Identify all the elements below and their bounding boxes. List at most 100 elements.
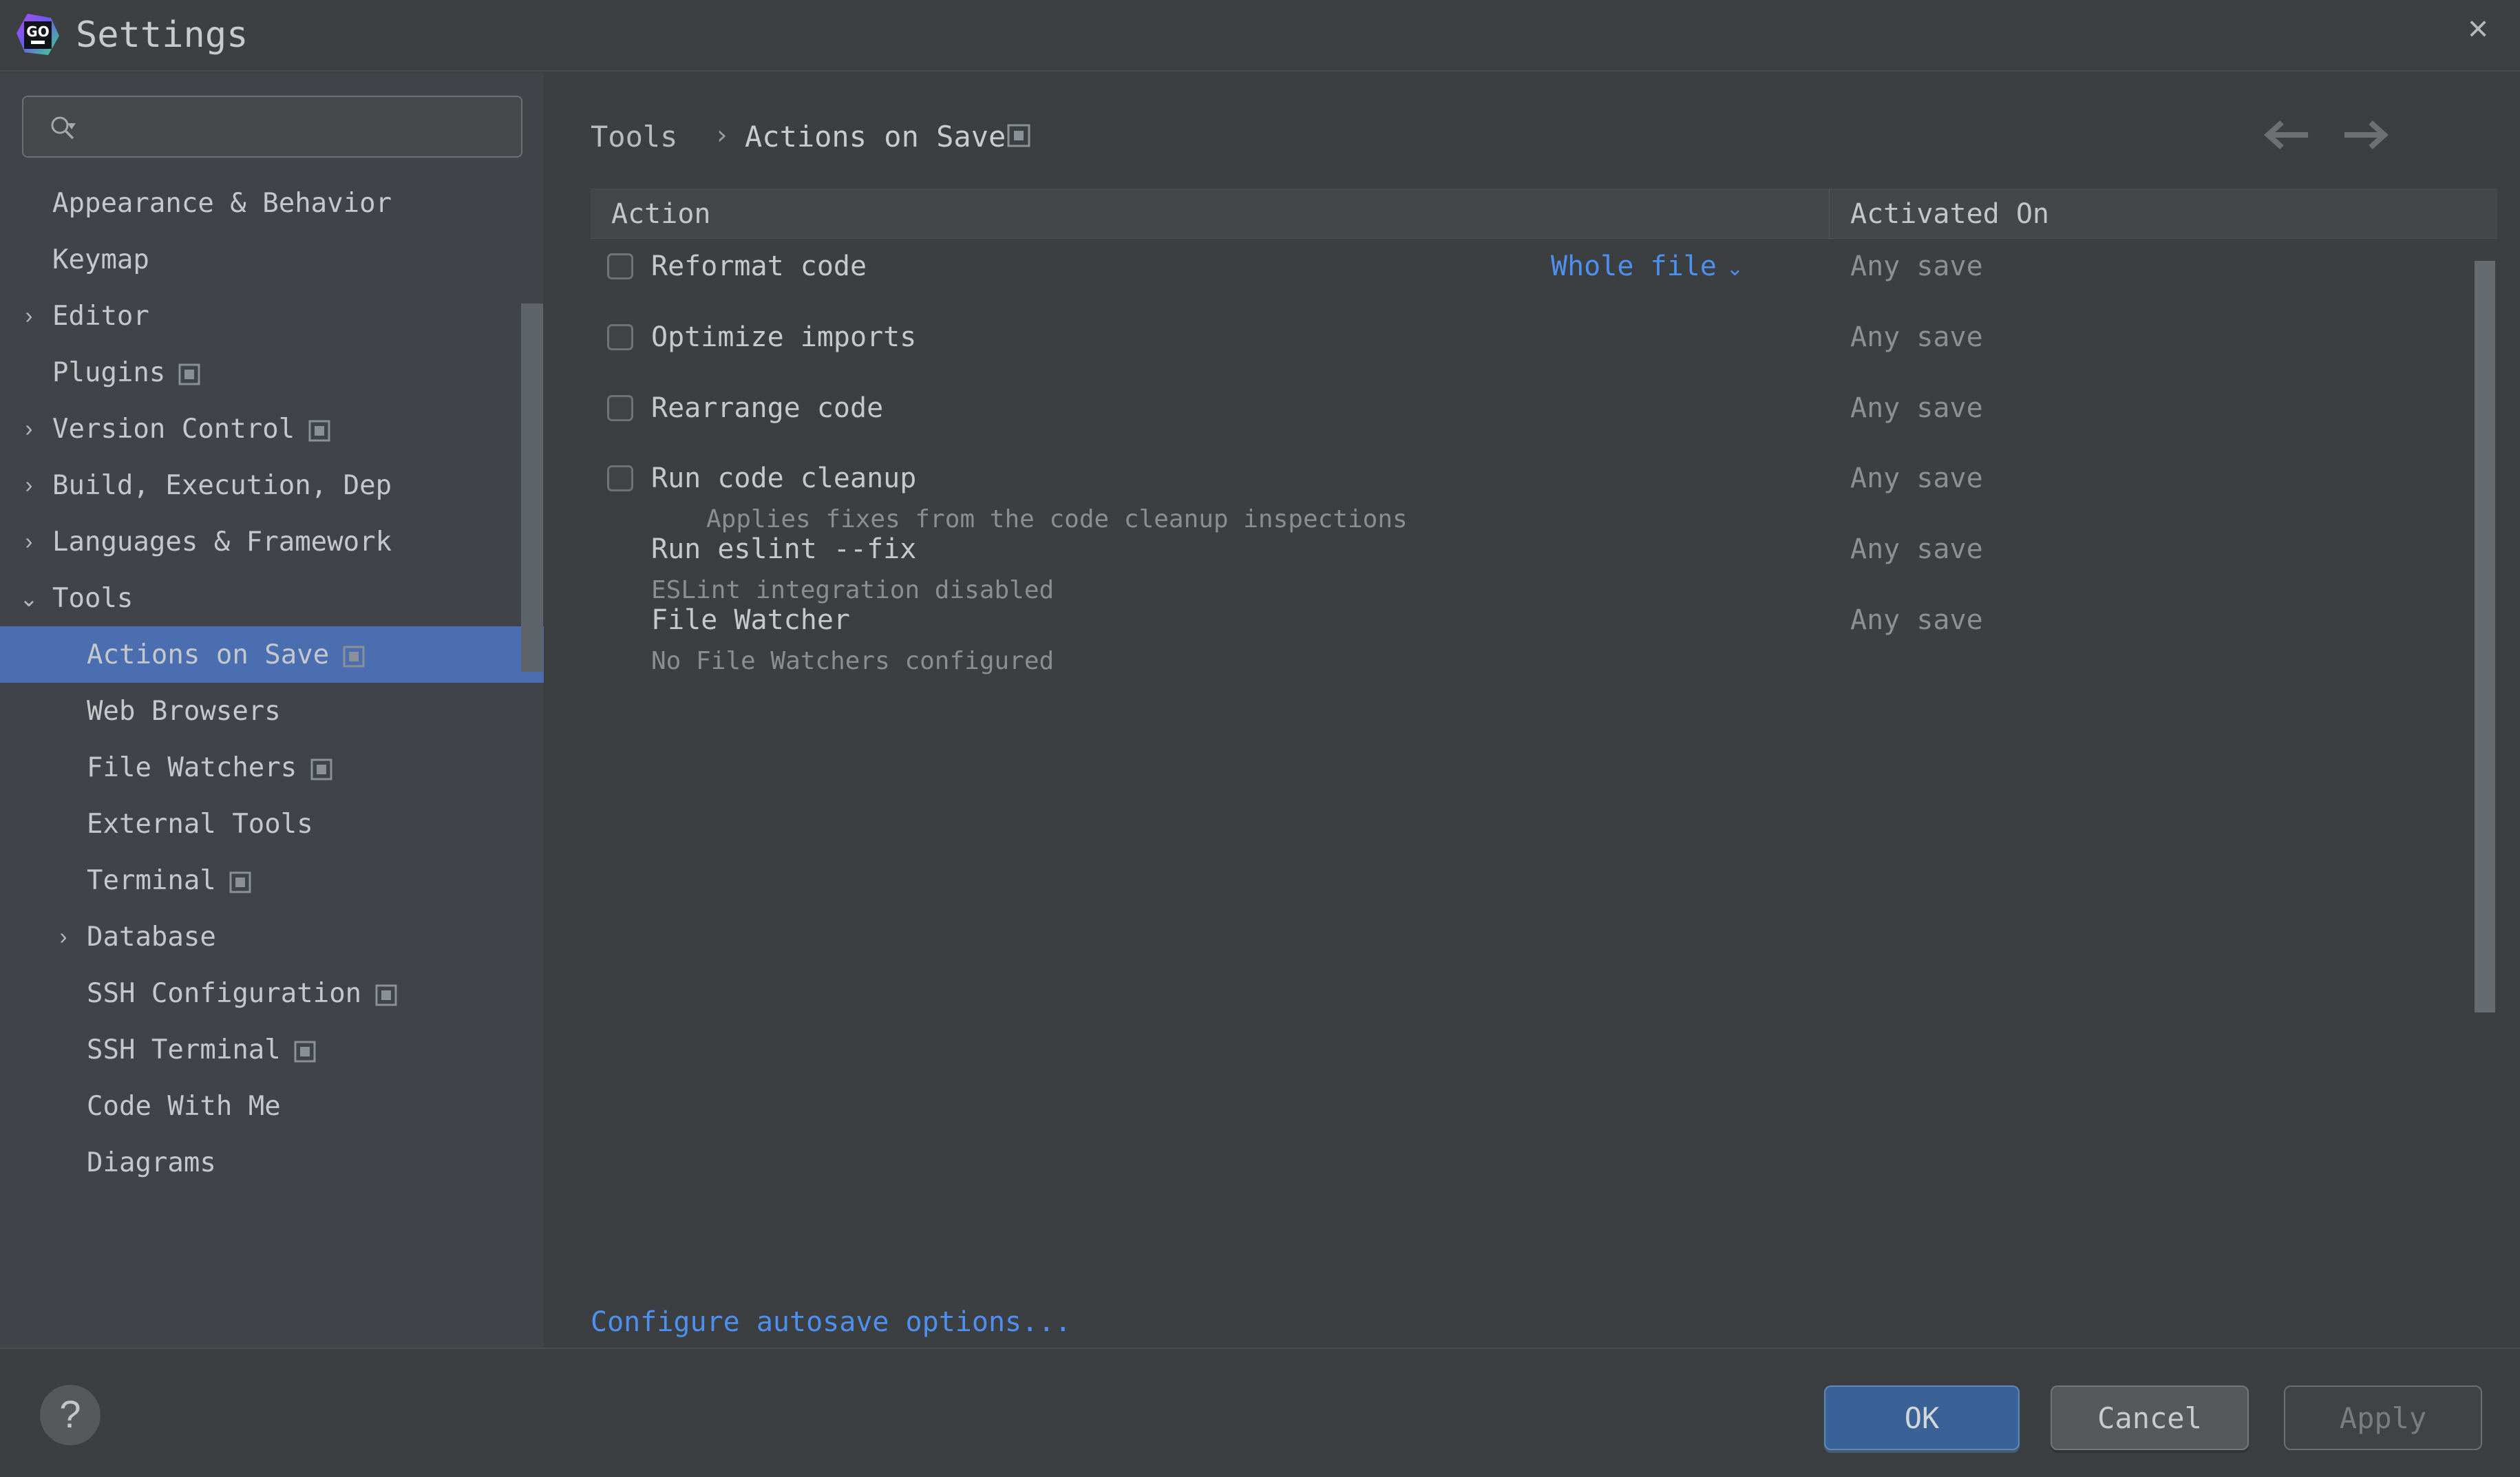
project-scope-badge-icon <box>229 869 251 893</box>
settings-content: Tools › Actions on Save Action Activated… <box>545 73 2520 1348</box>
actions-on-save-table: Action Activated On File Watcher No File … <box>591 189 2497 1268</box>
checkbox-run-code-cleanup[interactable] <box>607 465 633 491</box>
checkbox-rearrange-code[interactable] <box>607 395 633 421</box>
action-label: Rearrange code <box>651 392 884 424</box>
sidebar-scrollbar-thumb[interactable] <box>521 304 543 672</box>
settings-dialog: GO Settings × Appearance & Behavior Keyma… <box>0 0 2520 1477</box>
scope-dropdown[interactable]: Whole file ⌄ <box>1551 251 1744 282</box>
sidebar-item-terminal[interactable]: Terminal <box>0 852 544 908</box>
sidebar-item-languages-framework[interactable]: › Languages & Framework <box>0 513 544 570</box>
chevron-right-icon[interactable]: › <box>15 303 43 329</box>
help-button[interactable]: ? <box>40 1385 100 1445</box>
sidebar-item-tools[interactable]: ⌄ Tools <box>0 570 544 626</box>
sidebar-item-label: External Tools <box>87 808 313 840</box>
project-scope-badge-icon <box>294 1039 316 1063</box>
sidebar-item-editor[interactable]: › Editor <box>0 288 544 344</box>
project-scope-badge-icon <box>308 418 330 442</box>
sidebar-item-label: Plugins <box>52 357 166 388</box>
action-label: File Watcher <box>651 604 850 636</box>
sidebar-item-label: Terminal <box>87 864 216 896</box>
settings-tree: Appearance & Behavior Keymap › Editor Plugin… <box>0 175 544 1345</box>
sidebar-item-label: Editor <box>52 300 149 332</box>
breadcrumb-root[interactable]: Tools <box>591 120 677 153</box>
sidebar-item-web-browsers[interactable]: Web Browsers <box>0 683 544 739</box>
search-field-wrapper <box>22 96 522 158</box>
action-label: Run eslint --fix <box>651 533 917 565</box>
chevron-down-icon: ⌄ <box>1726 257 1744 280</box>
sidebar-item-label: SSH Terminal <box>87 1034 281 1065</box>
search-input[interactable] <box>92 97 505 156</box>
sidebar-item-label: Diagrams <box>87 1147 216 1178</box>
sidebar-item-file-watchers[interactable]: File Watchers <box>0 739 544 796</box>
sidebar-item-label: Version Control <box>52 413 295 445</box>
dialog-footer: ? OK Cancel Apply <box>0 1348 2520 1477</box>
project-scope-badge-icon <box>310 756 332 780</box>
action-label: Run code cleanup <box>651 463 917 494</box>
sidebar-item-ssh-terminal[interactable]: SSH Terminal <box>0 1021 544 1078</box>
sidebar-item-label: Keymap <box>52 244 149 275</box>
action-description: No File Watchers configured <box>651 647 1055 675</box>
activated-on-value: Any save <box>1850 463 1983 494</box>
sidebar-item-code-with-me[interactable]: Code With Me <box>0 1078 544 1134</box>
project-scope-badge-icon <box>1007 124 1030 147</box>
scope-dropdown-value: Whole file <box>1551 251 1717 282</box>
column-header-activated-on: Activated On <box>1850 198 2049 230</box>
cancel-button[interactable]: Cancel <box>2051 1385 2249 1450</box>
sidebar-item-label: Languages & Framework <box>52 526 392 557</box>
project-scope-badge-icon <box>178 361 200 385</box>
sidebar-item-build-execution-dep[interactable]: › Build, Execution, Dep <box>0 457 544 513</box>
activated-on-value: Any save <box>1850 392 1983 424</box>
settings-sidebar: Appearance & Behavior Keymap › Editor Plugin… <box>0 73 544 1348</box>
table-body: File Watcher No File Watchers configured A… <box>591 239 2497 1268</box>
sidebar-item-version-control[interactable]: › Version Control <box>0 401 544 457</box>
chevron-right-icon[interactable]: › <box>15 416 43 442</box>
sidebar-item-plugins[interactable]: Plugins <box>0 344 544 401</box>
navigate-forward-icon[interactable] <box>2342 116 2390 154</box>
project-scope-badge-icon <box>343 644 365 668</box>
sidebar-item-external-tools[interactable]: External Tools <box>0 796 544 852</box>
sidebar-item-ssh-configuration[interactable]: SSH Configuration <box>0 965 544 1021</box>
activated-on-value: Any save <box>1850 533 1983 565</box>
sidebar-item-label: SSH Configuration <box>87 977 362 1009</box>
apply-button[interactable]: Apply <box>2284 1385 2482 1450</box>
checkbox-optimize-imports[interactable] <box>607 324 633 350</box>
chevron-right-icon[interactable]: › <box>50 924 77 950</box>
sidebar-item-diagrams[interactable]: Diagrams <box>0 1134 544 1191</box>
breadcrumb: Tools › Actions on Save <box>545 73 2520 189</box>
sidebar-item-keymap[interactable]: Keymap <box>0 231 544 288</box>
sidebar-item-actions-on-save[interactable]: Actions on Save <box>0 626 544 683</box>
title-bar: GO Settings × <box>0 0 2520 72</box>
window-title: Settings <box>76 14 248 56</box>
svg-text:GO: GO <box>26 23 49 40</box>
goland-logo-icon: GO <box>17 14 59 55</box>
action-label: Reformat code <box>651 251 867 282</box>
sidebar-item-label: Web Browsers <box>87 695 281 727</box>
breadcrumb-leaf: Actions on Save <box>745 120 1006 153</box>
activated-on-value: Any save <box>1850 604 1983 636</box>
column-header-action: Action <box>591 189 1830 239</box>
sidebar-item-label: Code With Me <box>87 1090 281 1122</box>
search-icon <box>51 116 76 140</box>
navigate-back-icon[interactable] <box>2263 116 2311 154</box>
sidebar-item-label: Tools <box>52 582 134 614</box>
sidebar-item-label: Appearance & Behavior <box>52 187 392 219</box>
chevron-right-icon[interactable]: › <box>15 472 43 498</box>
checkbox-reformat-code[interactable] <box>607 253 633 279</box>
configure-autosave-link[interactable]: Configure autosave options... <box>591 1306 1071 1338</box>
table-header-row: Action Activated On <box>591 189 2497 239</box>
activated-on-value: Any save <box>1850 321 1983 353</box>
action-description: ESLint integration disabled <box>651 576 1055 604</box>
chevron-down-icon[interactable]: ⌄ <box>15 585 43 612</box>
sidebar-item-label: Database <box>87 921 216 953</box>
sidebar-item-database[interactable]: › Database <box>0 908 544 965</box>
action-description: Applies fixes from the code cleanup insp… <box>706 505 1408 533</box>
close-icon[interactable]: × <box>2455 7 2501 52</box>
ok-button[interactable]: OK <box>1824 1385 2020 1450</box>
sidebar-item-appearance-behavior[interactable]: Appearance & Behavior <box>0 175 544 231</box>
table-scrollbar-thumb[interactable] <box>2475 261 2495 1012</box>
action-label: Optimize imports <box>651 321 917 353</box>
activated-on-value: Any save <box>1850 251 1983 282</box>
chevron-right-icon[interactable]: › <box>15 529 43 555</box>
search-box[interactable] <box>22 96 522 158</box>
sidebar-item-label: File Watchers <box>87 752 297 783</box>
